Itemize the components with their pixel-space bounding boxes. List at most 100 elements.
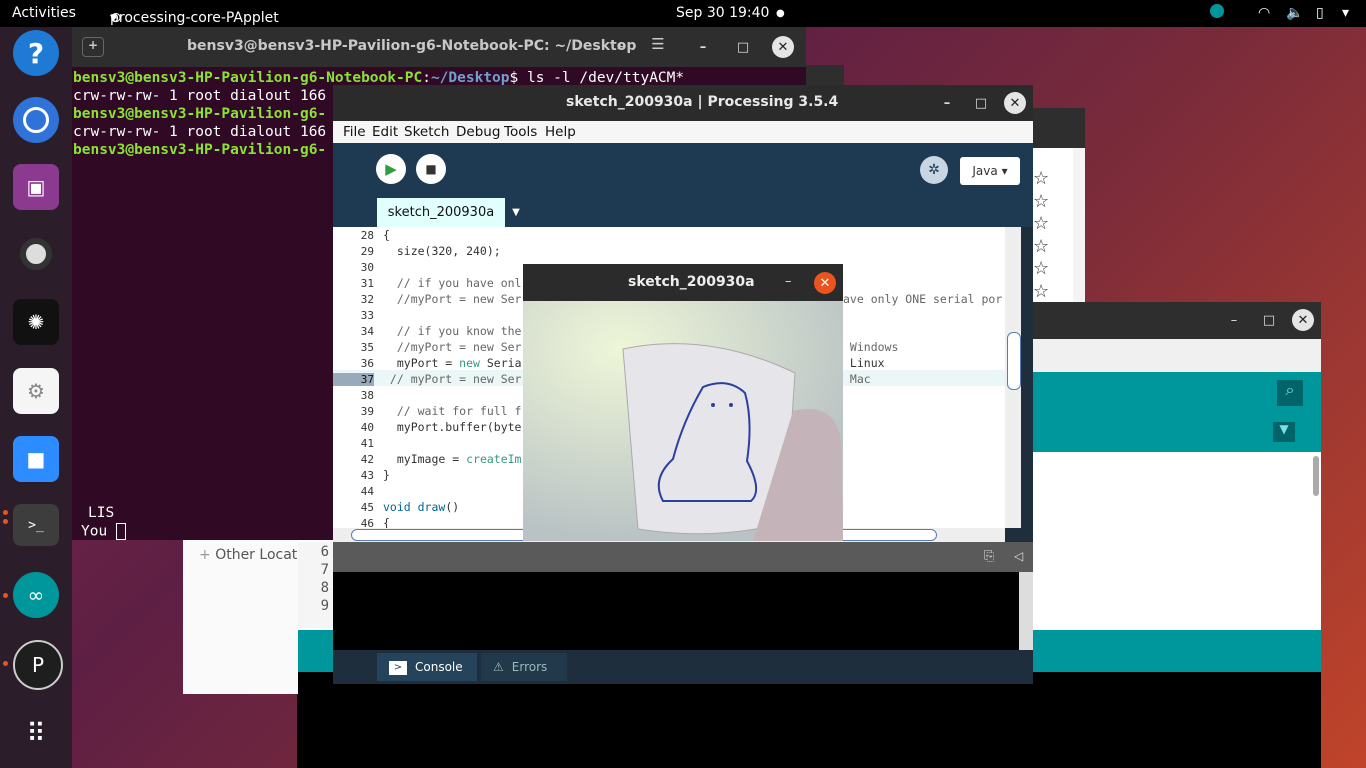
menu-icon[interactable]: ☰ bbox=[645, 35, 671, 59]
code-line-tail: Windows bbox=[843, 340, 899, 354]
menu-help[interactable]: Help bbox=[545, 124, 576, 140]
line-number: 32 bbox=[360, 293, 374, 306]
app-name: processing-core-PApplet bbox=[110, 10, 279, 26]
running-indicator bbox=[3, 519, 8, 524]
code-line: size(320, 240); bbox=[383, 244, 501, 258]
stop-button[interactable]: ■ bbox=[416, 154, 446, 184]
volume-icon[interactable]: 🔈 bbox=[1286, 5, 1303, 21]
code-line: // if you know the bbox=[383, 324, 522, 338]
tab-console[interactable]: > Console bbox=[377, 653, 477, 681]
star-icon[interactable]: ☆ ☆ ☆ ☆ ☆ ☆ bbox=[1030, 148, 1073, 303]
mode-label: Java bbox=[972, 164, 998, 178]
activities-button[interactable]: Activities bbox=[12, 5, 76, 21]
background-window-titlebar bbox=[1030, 108, 1085, 148]
running-indicator bbox=[3, 593, 8, 598]
menu-file[interactable]: File bbox=[343, 124, 366, 140]
maximize-button[interactable]: □ bbox=[1258, 309, 1280, 331]
copy-icon[interactable]: ⎘ bbox=[984, 549, 994, 564]
files-window: + Other Locat bbox=[183, 540, 298, 694]
close-button[interactable]: ✕ bbox=[1004, 92, 1026, 114]
clock[interactable]: Sep 30 19:40 bbox=[676, 5, 769, 21]
maximize-button[interactable]: □ bbox=[732, 36, 754, 58]
sketch-window: sketch_200930a – ✕ bbox=[523, 264, 843, 541]
iota-wallet-icon[interactable]: ✺ bbox=[13, 299, 59, 345]
battery-icon[interactable]: ▯ bbox=[1316, 5, 1324, 21]
help-icon[interactable]: ? bbox=[13, 30, 59, 76]
line-numbers: 28 29 30 31 32 33 34 35 36 37 38 39 40 4… bbox=[333, 227, 378, 530]
menu-edit[interactable]: Edit bbox=[372, 124, 398, 140]
serial-monitor-icon[interactable]: ⌕ bbox=[1277, 380, 1303, 406]
webcam-icon[interactable] bbox=[13, 231, 59, 277]
close-button[interactable]: ✕ bbox=[814, 272, 836, 294]
code-line-tail: Mac bbox=[843, 372, 871, 386]
wifi-icon[interactable]: ◠ bbox=[1258, 5, 1270, 21]
code-line: myPort = new Seria bbox=[383, 356, 522, 370]
menu-debug[interactable]: Debug bbox=[456, 124, 500, 140]
settings-gear-icon[interactable]: ⚙ bbox=[13, 368, 59, 414]
console-scrollbar[interactable] bbox=[1019, 572, 1033, 650]
close-button[interactable]: ✕ bbox=[772, 36, 794, 58]
window-title: sketch_200930a | Processing 3.5.4 bbox=[566, 94, 839, 110]
arduino-gutter: 6 7 8 9 bbox=[297, 542, 333, 628]
line-number: 45 bbox=[360, 501, 374, 514]
sidebar-item-other-locations[interactable]: + Other Locat bbox=[199, 547, 297, 563]
maximize-button[interactable]: □ bbox=[970, 92, 992, 114]
chromium-icon[interactable] bbox=[13, 97, 59, 143]
star-column: ☆ ☆ ☆ ☆ ☆ ☆ bbox=[1030, 148, 1073, 304]
debugger-icon[interactable]: ✲ bbox=[920, 156, 948, 184]
line-number: 35 bbox=[360, 341, 374, 354]
close-button[interactable]: ✕ bbox=[1292, 309, 1314, 331]
run-button[interactable]: ▶ bbox=[376, 154, 406, 184]
terminal-line: bensv3@bensv3-HP-Pavilion-g6- bbox=[73, 106, 327, 122]
scrollbar-thumb[interactable] bbox=[1007, 332, 1021, 390]
tab-menu-chevron-down-icon[interactable]: ▼ bbox=[507, 198, 525, 227]
terminal-titlebar: + bensv3@bensv3-HP-Pavilion-g6-Notebook-… bbox=[72, 27, 806, 67]
line-number: 38 bbox=[360, 389, 374, 402]
minimize-button[interactable]: – bbox=[1223, 309, 1245, 331]
line-number: 34 bbox=[360, 325, 374, 338]
line-number: 29 bbox=[360, 245, 374, 258]
tab-menu-chevron-down-icon[interactable]: ▼ bbox=[1273, 422, 1295, 442]
line-number: 44 bbox=[360, 485, 374, 498]
dock: ? ▣ ✺ ⚙ ■ >_ ∞ P ⠿ bbox=[0, 27, 72, 768]
vertical-scrollbar[interactable] bbox=[1005, 227, 1021, 528]
terminal-icon[interactable]: >_ bbox=[13, 504, 59, 546]
processing-toolbar: ▶ ■ ✲ Java ▾ sketch_200930a ▼ bbox=[333, 143, 1033, 227]
line-number: 40 bbox=[360, 421, 374, 434]
arduino-tray-icon[interactable] bbox=[1210, 4, 1224, 18]
tab-errors[interactable]: ⚠ Errors bbox=[481, 653, 567, 681]
code-line-tail: Linux bbox=[843, 356, 885, 370]
zoom-icon[interactable]: ■ bbox=[13, 436, 59, 482]
line-number: 6 bbox=[320, 544, 329, 560]
tab-label: Errors bbox=[511, 660, 548, 674]
tab-label: Console bbox=[415, 660, 463, 674]
minimize-button[interactable]: – bbox=[692, 36, 714, 58]
video-editor-icon[interactable]: ▣ bbox=[13, 164, 59, 210]
menu-sketch[interactable]: Sketch bbox=[404, 124, 449, 140]
minimize-button[interactable]: – bbox=[785, 274, 792, 289]
scrollbar[interactable] bbox=[1313, 456, 1319, 496]
window-title: bensv3@bensv3-HP-Pavilion-g6-Notebook-PC… bbox=[187, 38, 637, 54]
console-tabbar: > Console ⚠ Errors bbox=[333, 650, 1033, 684]
code-line: //myPort = new Ser bbox=[383, 340, 522, 354]
terminal-line: You bbox=[81, 523, 126, 540]
tab-sketch[interactable]: sketch_200930a bbox=[377, 198, 505, 227]
line-number: 28 bbox=[360, 229, 374, 242]
new-tab-icon[interactable]: + bbox=[82, 37, 104, 57]
sidebar-item-label: Other Locat bbox=[215, 547, 298, 563]
processing-icon[interactable]: P bbox=[13, 640, 63, 690]
line-number: 31 bbox=[360, 277, 374, 290]
background-window-table: ☆ ☆ ☆ ☆ ☆ ☆ bbox=[1030, 108, 1085, 304]
search-icon[interactable]: ⌕ bbox=[609, 35, 635, 59]
menu-tools[interactable]: Tools bbox=[504, 124, 537, 140]
arduino-icon[interactable]: ∞ bbox=[13, 572, 59, 618]
system-menu-chevron-down-icon[interactable]: ▾ bbox=[1342, 5, 1349, 21]
mode-selector[interactable]: Java ▾ bbox=[960, 157, 1020, 185]
minimize-button[interactable]: – bbox=[936, 92, 958, 114]
terminal-line: bensv3@bensv3-HP-Pavilion-g6-Notebook-PC… bbox=[73, 70, 685, 86]
cursor bbox=[115, 523, 126, 540]
line-number: 8 bbox=[320, 580, 329, 596]
app-grid-icon[interactable]: ⠿ bbox=[13, 711, 59, 757]
console-output bbox=[333, 572, 1019, 650]
collapse-icon[interactable]: ◁ bbox=[1014, 549, 1023, 563]
